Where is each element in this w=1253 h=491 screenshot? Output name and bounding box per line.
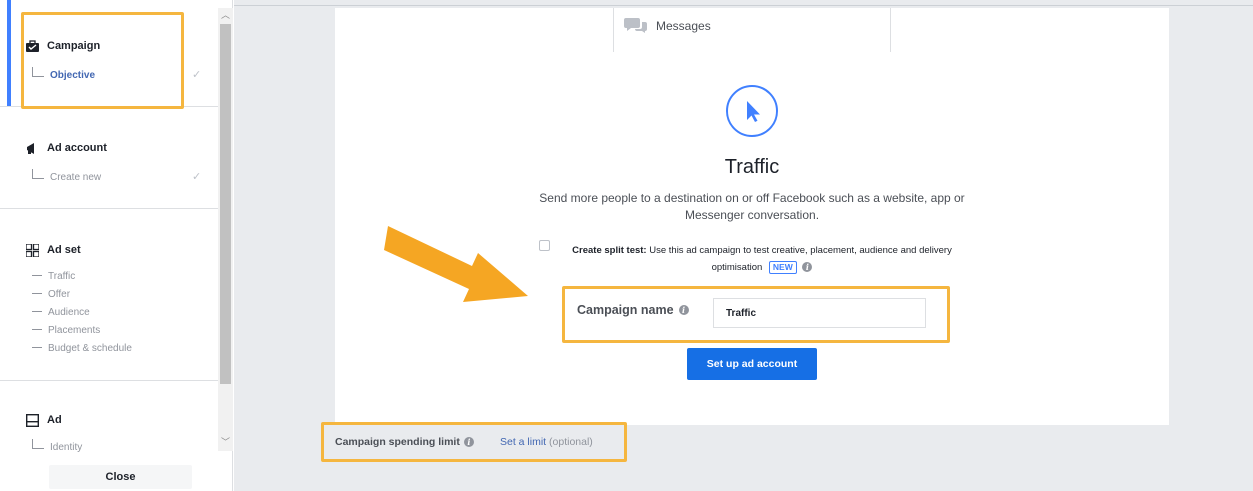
scroll-up-icon[interactable]: ︿ bbox=[221, 11, 230, 20]
close-button[interactable]: Close bbox=[49, 465, 192, 489]
sidebar-section-campaign[interactable]: Campaign Objective ✓ bbox=[0, 0, 218, 107]
campaign-name-input[interactable] bbox=[713, 298, 926, 328]
sidebar-section-header[interactable]: Ad set bbox=[26, 242, 81, 258]
info-icon[interactable]: i bbox=[463, 437, 474, 447]
spending-limit-label-text: Campaign spending limit bbox=[335, 436, 460, 448]
sidebar-item-label: Create new bbox=[50, 172, 102, 183]
sidebar-item-objective[interactable]: Objective bbox=[32, 65, 95, 81]
set-limit-link-group: Set a limit (optional) bbox=[500, 436, 593, 448]
tree-elbow bbox=[32, 439, 44, 449]
sidebar-item-identity[interactable]: Identity bbox=[32, 437, 82, 453]
set-limit-link[interactable]: Set a limit bbox=[500, 436, 546, 448]
info-icon[interactable]: i bbox=[678, 305, 689, 315]
megaphone-icon bbox=[27, 142, 34, 154]
sidebar-item-offer[interactable]: Offer bbox=[32, 284, 70, 300]
sidebar-section-title: Ad bbox=[47, 414, 62, 426]
new-badge: NEW bbox=[768, 260, 797, 274]
sidebar-item-label: Offer bbox=[48, 289, 71, 300]
sidebar-section-title: Ad account bbox=[47, 142, 107, 154]
chat-bubbles-icon bbox=[624, 18, 647, 33]
set-up-ad-account-button[interactable]: Set up ad account bbox=[687, 348, 817, 380]
sidebar-item-placements[interactable]: Placements bbox=[32, 320, 100, 336]
sidebar-item-budget-schedule[interactable]: Budget & schedule bbox=[32, 338, 132, 354]
spending-limit-row: Campaign spending limit i Set a limit (o… bbox=[321, 422, 627, 463]
campaign-name-label: Campaign name i bbox=[577, 303, 689, 317]
split-test-checkbox[interactable] bbox=[539, 240, 550, 251]
tree-elbow bbox=[32, 67, 44, 77]
sidebar-section-header[interactable]: Campaign bbox=[26, 38, 100, 54]
sidebar-item-label: Traffic bbox=[48, 271, 76, 282]
sidebar-item-label: Budget & schedule bbox=[48, 343, 132, 354]
sidebar-item-create-new[interactable]: Create new bbox=[32, 167, 101, 183]
scrollbar-thumb[interactable] bbox=[220, 24, 231, 384]
spending-limit-label: Campaign spending limit i bbox=[335, 436, 474, 448]
sidebar-section-ad-set[interactable]: Ad set Traffic Offer Audience Placements… bbox=[0, 209, 218, 381]
objective-title: Traffic bbox=[724, 156, 780, 178]
scroll-down-icon[interactable]: ﹀ bbox=[221, 438, 230, 447]
sidebar-nav: Campaign Objective ✓ Ad account Create n… bbox=[0, 0, 218, 459]
split-test-label: Create split test: bbox=[572, 245, 647, 256]
split-test-description: Use this ad campaign to test creative, p… bbox=[646, 245, 952, 273]
sidebar-section-title: Campaign bbox=[47, 40, 101, 52]
check-icon: ✓ bbox=[192, 171, 202, 183]
objective-description: Send more people to a destination on or … bbox=[539, 191, 965, 222]
info-icon[interactable]: i bbox=[802, 262, 813, 273]
tree-elbow bbox=[32, 169, 44, 179]
sidebar-item-traffic[interactable]: Traffic bbox=[32, 266, 75, 282]
sidebar-item-label: Placements bbox=[48, 325, 101, 336]
sidebar-section-title: Ad set bbox=[47, 244, 81, 256]
divider bbox=[234, 5, 1253, 6]
sidebar: Campaign Objective ✓ Ad account Create n… bbox=[0, 0, 233, 491]
check-icon: ✓ bbox=[192, 69, 202, 81]
split-test-text: Create split test: Use this ad campaign … bbox=[565, 242, 959, 276]
annotation-arrow-icon bbox=[384, 226, 528, 302]
sidebar-section-header[interactable]: Ad account bbox=[26, 140, 107, 156]
sidebar-section-ad[interactable]: Ad Identity bbox=[0, 381, 218, 459]
objective-option-messages[interactable]: Messages bbox=[613, 8, 891, 52]
grid-icon bbox=[26, 243, 39, 257]
sidebar-item-audience[interactable]: Audience bbox=[32, 302, 90, 318]
optional-text: (optional) bbox=[549, 436, 593, 448]
sidebar-section-header[interactable]: Ad bbox=[26, 412, 62, 428]
sidebar-item-label: Audience bbox=[48, 307, 90, 318]
campaign-name-row: Campaign name i bbox=[562, 286, 950, 343]
sidebar-item-label: Identity bbox=[50, 442, 83, 453]
campaign-name-label-text: Campaign name bbox=[577, 303, 674, 317]
sidebar-item-label: Objective bbox=[50, 70, 96, 81]
messages-label: Messages bbox=[656, 19, 711, 33]
cursor-icon bbox=[726, 85, 778, 137]
sidebar-section-ad-account[interactable]: Ad account Create new ✓ bbox=[0, 107, 218, 209]
ad-icon bbox=[26, 413, 39, 427]
briefcase-icon bbox=[26, 39, 39, 52]
sidebar-scrollbar[interactable]: ︿ ﹀ bbox=[218, 8, 233, 451]
